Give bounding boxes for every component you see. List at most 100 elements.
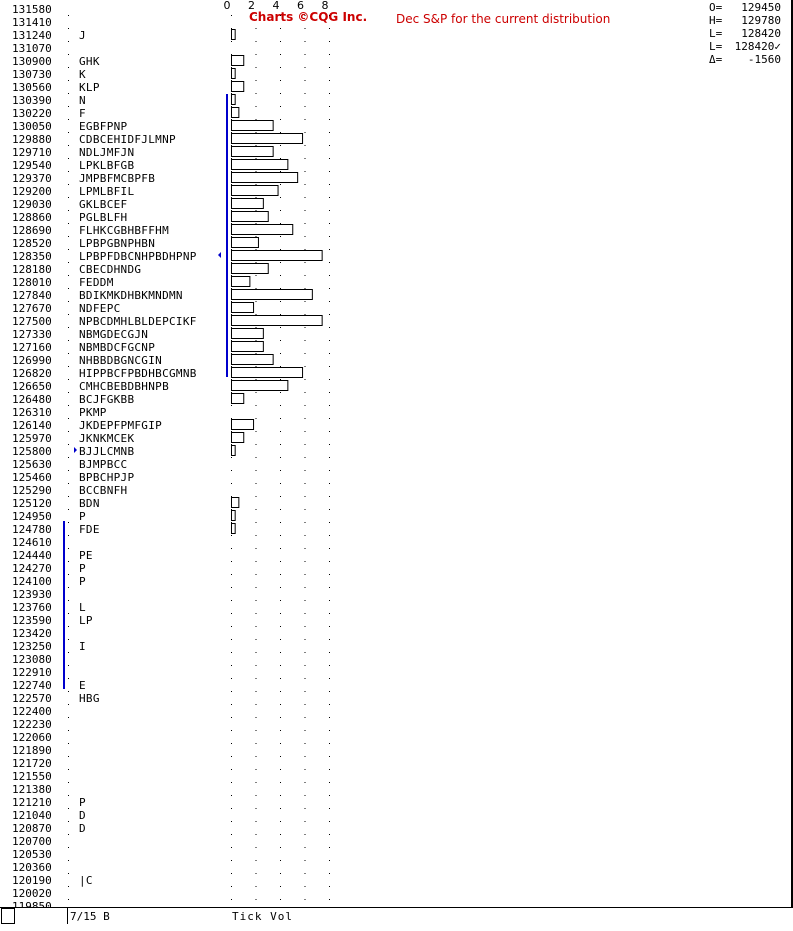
grid-dot	[304, 340, 306, 341]
grid-dot	[255, 431, 257, 432]
grid-dot	[280, 236, 281, 237]
x-tick-label: 2	[248, 0, 255, 12]
grid-dot	[280, 496, 281, 497]
grid-dot	[231, 184, 232, 185]
grid-dot	[255, 28, 257, 29]
grid-dot	[255, 886, 257, 887]
stat-label: L=	[709, 27, 723, 40]
price-label: 127840	[12, 289, 52, 302]
grid-dot	[280, 743, 281, 744]
grid-dot	[280, 730, 281, 731]
grid-dot	[68, 613, 69, 614]
grid-dot	[280, 119, 281, 120]
grid-dot	[304, 275, 306, 276]
tick-volume-bar	[231, 159, 289, 170]
tick-volume-bar	[231, 68, 236, 79]
grid-dot	[329, 340, 330, 341]
grid-dot	[280, 483, 281, 484]
grid-dot	[329, 548, 330, 549]
price-label: 126140	[12, 419, 52, 432]
price-label: 127330	[12, 328, 52, 341]
grid-dot	[231, 704, 232, 705]
grid-dot	[329, 587, 330, 588]
grid-dot	[231, 171, 232, 172]
grid-dot	[304, 717, 306, 718]
tick-volume-bar	[231, 185, 279, 196]
grid-dot	[231, 93, 232, 94]
grid-dot	[280, 405, 281, 406]
grid-dot	[280, 249, 281, 250]
grid-dot	[231, 795, 232, 796]
price-label: 124440	[12, 549, 52, 562]
grid-dot	[68, 28, 69, 29]
grid-dot	[280, 470, 281, 471]
price-label: 120360	[12, 861, 52, 874]
grid-dot	[68, 392, 69, 393]
grid-dot	[68, 184, 69, 185]
grid-dot	[231, 626, 232, 627]
grid-dot	[68, 470, 69, 471]
grid-dot	[329, 600, 330, 601]
grid-dot	[304, 847, 306, 848]
tpo-letters: PGLBLFH	[79, 211, 127, 224]
grid-dot	[280, 652, 281, 653]
grid-dot	[304, 821, 306, 822]
grid-dot	[255, 379, 257, 380]
grid-dot	[231, 197, 232, 198]
grid-dot	[231, 691, 232, 692]
grid-dot	[280, 379, 281, 380]
grid-dot	[231, 158, 232, 159]
grid-dot	[280, 184, 281, 185]
grid-dot	[255, 639, 257, 640]
grid-dot	[329, 704, 330, 705]
scroll-box[interactable]	[1, 908, 15, 924]
tick-volume-bar	[231, 341, 264, 352]
grid-dot	[304, 795, 306, 796]
grid-dot	[329, 873, 330, 874]
tpo-letters: I	[79, 640, 86, 653]
grid-dot	[304, 392, 306, 393]
grid-dot	[280, 93, 281, 94]
grid-dot	[304, 756, 306, 757]
grid-dot	[68, 860, 69, 861]
grid-dot	[68, 496, 69, 497]
grid-dot	[255, 197, 257, 198]
grid-dot	[255, 834, 257, 835]
grid-dot	[231, 379, 232, 380]
grid-dot	[304, 249, 306, 250]
grid-dot	[304, 587, 306, 588]
grid-dot	[329, 262, 330, 263]
grid-dot	[68, 886, 69, 887]
grid-dot	[329, 223, 330, 224]
tick-volume-bar	[231, 445, 236, 456]
price-label: 122910	[12, 666, 52, 679]
grid-dot	[68, 678, 69, 679]
grid-dot	[231, 483, 232, 484]
x-tick-label: 6	[297, 0, 304, 12]
grid-dot	[231, 67, 232, 68]
grid-dot	[304, 509, 306, 510]
grid-dot	[68, 574, 69, 575]
grid-dot	[255, 158, 257, 159]
grid-dot	[280, 444, 281, 445]
grid-dot	[329, 678, 330, 679]
grid-dot	[231, 821, 232, 822]
grid-dot	[329, 860, 330, 861]
price-label: 121380	[12, 783, 52, 796]
grid-dot	[68, 405, 69, 406]
grid-dot	[255, 730, 257, 731]
grid-dot	[329, 496, 330, 497]
grid-dot	[255, 288, 257, 289]
grid-dot	[280, 457, 281, 458]
grid-dot	[68, 743, 69, 744]
grid-dot	[304, 522, 306, 523]
grid-dot	[231, 405, 232, 406]
grid-dot	[304, 301, 306, 302]
grid-dot	[255, 613, 257, 614]
price-label: 127500	[12, 315, 52, 328]
grid-dot	[255, 119, 257, 120]
grid-dot	[231, 769, 232, 770]
grid-dot	[231, 717, 232, 718]
grid-dot	[304, 782, 306, 783]
grid-dot	[231, 145, 232, 146]
